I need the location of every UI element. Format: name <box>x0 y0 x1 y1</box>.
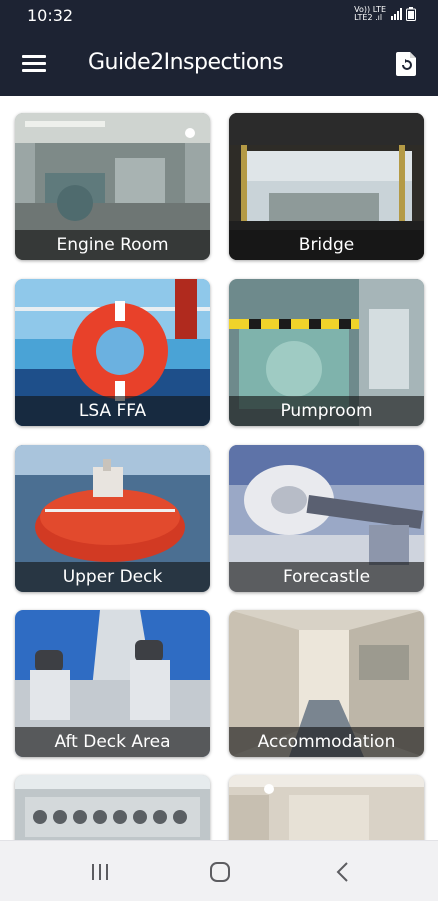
home-button[interactable] <box>205 859 235 885</box>
back-icon <box>336 862 348 882</box>
tile-label: Upper Deck <box>15 562 210 592</box>
battery-icon <box>406 7 416 21</box>
tile-upper-deck[interactable]: Upper Deck <box>15 445 210 592</box>
tile-label: Engine Room <box>15 230 210 260</box>
home-icon <box>210 862 230 882</box>
hamburger-icon <box>22 55 48 72</box>
tile-label: Forecastle <box>229 562 424 592</box>
status-time: 10:32 <box>27 6 74 25</box>
tile-pumproom[interactable]: Pumproom <box>229 279 424 426</box>
status-bar: 10:32 Vo)) LTE LTE2 .ıl <box>0 0 438 30</box>
tile-bridge[interactable]: Bridge <box>229 113 424 260</box>
tile-corridor[interactable] <box>229 775 424 840</box>
category-grid: Engine Room Bridge LSA FFA Pumproom Uppe… <box>0 96 438 840</box>
refresh-button[interactable] <box>396 50 418 76</box>
menu-button[interactable] <box>22 52 48 74</box>
corridor-image <box>229 775 424 840</box>
carrier-indicator: Vo)) LTE LTE2 .ıl <box>354 5 386 22</box>
app-title: Guide2Inspections <box>88 50 284 75</box>
tile-label: Bridge <box>229 230 424 260</box>
tile-control-room[interactable] <box>15 775 210 840</box>
tile-label: Pumproom <box>229 396 424 426</box>
tile-forecastle[interactable]: Forecastle <box>229 445 424 592</box>
tile-lsa-ffa[interactable]: LSA FFA <box>15 279 210 426</box>
recents-button[interactable] <box>85 859 115 885</box>
recents-icon <box>92 864 108 880</box>
tile-engine-room[interactable]: Engine Room <box>15 113 210 260</box>
control-room-image <box>15 775 210 840</box>
tile-accommodation[interactable]: Accommodation <box>229 610 424 757</box>
status-icons: Vo)) LTE LTE2 .ıl <box>354 6 416 22</box>
tile-aft-deck-area[interactable]: Aft Deck Area <box>15 610 210 757</box>
app-bar: Guide2Inspections <box>0 30 438 96</box>
back-button[interactable] <box>328 859 358 885</box>
system-nav-bar <box>0 840 438 901</box>
document-refresh-icon <box>396 52 416 76</box>
signal-icon <box>391 8 402 20</box>
tile-label: Accommodation <box>229 727 424 757</box>
tile-label: Aft Deck Area <box>15 727 210 757</box>
tile-label: LSA FFA <box>15 396 210 426</box>
